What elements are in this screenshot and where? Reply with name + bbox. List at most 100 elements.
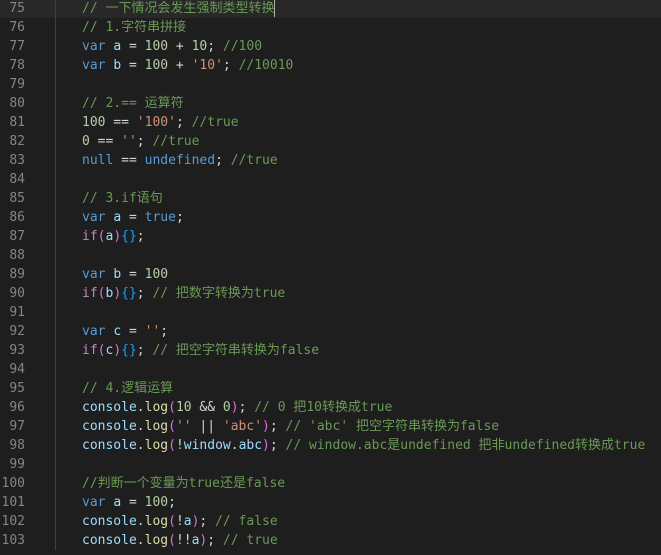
code-token: ; — [207, 39, 223, 54]
indent-guide — [55, 455, 56, 474]
code-token: && — [191, 400, 223, 415]
code-line[interactable]: 90 if(b){}; // 把数字转换为true — [0, 284, 661, 303]
code-token: ( — [168, 400, 176, 415]
code-line[interactable]: 98 console.log(!window.abc); // window.ab… — [0, 436, 661, 455]
code-token: // window.abc是undefined 把非undefined转换成tr… — [285, 438, 646, 453]
line-number: 90 — [9, 286, 25, 301]
code-token: c — [113, 324, 122, 339]
code-token: ! — [175, 514, 184, 529]
indent-guide — [55, 37, 56, 56]
code-token: || — [191, 419, 223, 434]
code-token: b — [113, 267, 122, 282]
indent-guide — [55, 303, 56, 322]
code-text: // 2.== 运算符 — [82, 94, 184, 113]
code-line[interactable]: 75 // 一下情况会发生强制类型转换 — [0, 0, 661, 18]
text-cursor — [274, 0, 276, 17]
code-token: . — [136, 419, 145, 434]
code-line[interactable]: 93 if(c){}; // 把空字符串转换为false — [0, 341, 661, 360]
code-token: log — [144, 438, 169, 453]
indent-guide — [55, 18, 56, 37]
code-text: // 一下情况会发生强制类型转换 — [82, 0, 276, 18]
code-token: console — [82, 400, 137, 415]
line-number: 81 — [9, 115, 25, 130]
code-line[interactable]: 83 null == undefined; //true — [0, 151, 661, 170]
indent-guide — [55, 151, 56, 170]
code-token: null — [82, 153, 114, 168]
code-line[interactable]: 92 var c = ''; — [0, 322, 661, 341]
code-line[interactable]: 78 var b = 100 + '10'; //10010 — [0, 56, 661, 75]
code-editor[interactable]: 75 // 一下情况会发生强制类型转换 76 // 1.字符串拼接 77 var a = … — [0, 0, 661, 555]
line-number: 99 — [9, 457, 25, 472]
code-token: // 把数字转换为true — [152, 286, 286, 301]
indent-guide — [55, 474, 56, 493]
code-line[interactable]: 86 var a = true; — [0, 208, 661, 227]
code-line[interactable]: 89 var b = 100 — [0, 265, 661, 284]
code-text: // 3.if语句 — [82, 189, 163, 208]
code-token: var — [82, 58, 106, 73]
indent-guide — [55, 360, 56, 379]
code-token: ) — [113, 286, 122, 301]
code-token: b — [113, 58, 122, 73]
code-line[interactable]: 79 — [0, 75, 661, 94]
code-line[interactable]: 88 — [0, 246, 661, 265]
indent-guide — [55, 0, 56, 18]
code-token: //true — [230, 153, 278, 168]
code-token: '' — [175, 419, 192, 434]
code-token: ; — [269, 438, 286, 453]
line-number: 79 — [9, 77, 25, 92]
code-line[interactable]: 96 console.log(10 && 0); // 0 把10转换成true — [0, 398, 661, 417]
code-line[interactable]: 95 // 4.逻辑运算 — [0, 379, 661, 398]
code-token: ; — [215, 153, 231, 168]
code-line[interactable]: 87 if(a){}; — [0, 227, 661, 246]
code-token: var — [82, 324, 106, 339]
code-token: console — [82, 514, 137, 529]
code-line[interactable]: 101 var a = 100; — [0, 493, 661, 512]
code-token: = — [121, 324, 145, 339]
code-token: ) — [113, 229, 122, 244]
line-number: 83 — [9, 153, 25, 168]
code-line[interactable]: 94 — [0, 360, 661, 379]
code-line[interactable]: 102 console.log(!a); // false — [0, 512, 661, 531]
code-line[interactable]: 80 // 2.== 运算符 — [0, 94, 661, 113]
code-token: if — [82, 286, 98, 301]
line-number: 85 — [9, 191, 25, 206]
line-number: 95 — [9, 381, 25, 396]
line-number: 93 — [9, 343, 25, 358]
code-token: // true — [222, 533, 278, 548]
code-token: abc — [238, 438, 263, 453]
code-line[interactable]: 76 // 1.字符串拼接 — [0, 18, 661, 37]
code-token: 100 — [144, 39, 169, 54]
code-line[interactable]: 81 100 == '100'; //true — [0, 113, 661, 132]
code-line[interactable]: 84 — [0, 170, 661, 189]
code-token: {} — [121, 229, 137, 244]
code-line[interactable]: 97 console.log('' || 'abc'); // 'abc' 把空字… — [0, 417, 661, 436]
line-number: 96 — [9, 400, 25, 415]
line-number: 80 — [9, 96, 25, 111]
indent-guide — [55, 436, 56, 455]
code-token: if — [82, 229, 98, 244]
code-token: '' — [144, 324, 161, 339]
code-token: ; — [238, 400, 255, 415]
code-token: ; — [136, 286, 153, 301]
code-line[interactable]: 91 — [0, 303, 661, 322]
code-token: ) — [262, 419, 270, 434]
indent-guide — [55, 265, 56, 284]
code-token: . — [136, 533, 145, 548]
code-token: '100' — [136, 115, 176, 130]
line-number: 94 — [9, 362, 25, 377]
indent-guide — [55, 512, 56, 531]
code-line[interactable]: 77 var a = 100 + 10; //100 — [0, 37, 661, 56]
line-number: 91 — [9, 305, 25, 320]
code-token: // 一下情况会发生强制类型转换 — [82, 1, 275, 16]
code-token: true — [144, 210, 176, 225]
indent-guide — [55, 379, 56, 398]
code-text: var c = ''; — [82, 322, 168, 341]
code-line[interactable]: 100 //判断一个变量为true还是false — [0, 474, 661, 493]
code-line[interactable]: 85 // 3.if语句 — [0, 189, 661, 208]
code-text: //判断一个变量为true还是false — [82, 474, 285, 493]
code-line[interactable]: 99 — [0, 455, 661, 474]
code-line[interactable]: 103 console.log(!!a); // true — [0, 531, 661, 550]
code-line[interactable]: 82 0 == ''; //true — [0, 132, 661, 151]
code-token: '10' — [191, 58, 223, 73]
code-text: if(a){}; — [82, 227, 145, 246]
